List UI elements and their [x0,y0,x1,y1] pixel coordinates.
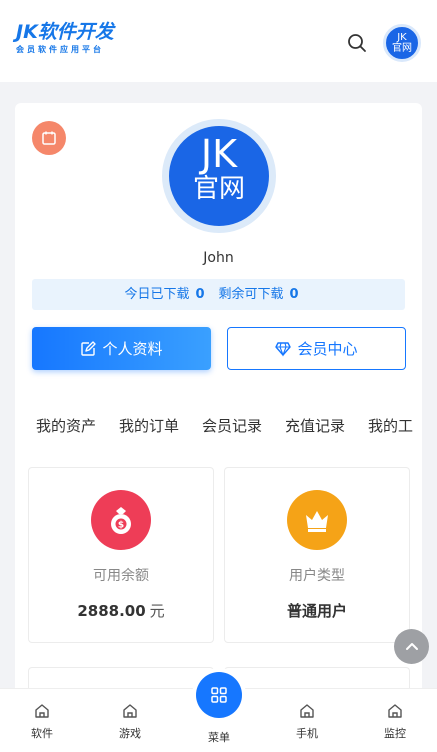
logo-subtitle: 会员软件应用平台 [16,45,104,54]
search-icon[interactable] [346,32,368,54]
balance-card[interactable]: $ 可用余额 2888.00 元 [28,467,214,643]
checkin-calendar-icon[interactable] [32,121,66,155]
balance-amount: 2888.00 [77,602,146,620]
profile-button[interactable]: 个人资料 [32,327,211,370]
username: John [203,250,234,266]
home-icon [123,704,137,718]
home-icon [388,704,402,718]
user-type-label: 用户类型 [289,568,345,584]
logo-title: JK软件开发 [16,21,114,43]
user-type-card[interactable]: 用户类型 普通用户 [224,467,410,643]
grid-icon [211,687,227,703]
tab-recharge-records[interactable]: 充值记录 [281,409,361,445]
home-icon [300,704,314,718]
avatar-small-text-2: 官网 [392,43,412,54]
user-type-value: 普通用户 [286,602,347,620]
avatar-text-2: 官网 [192,174,245,204]
money-bag-icon: $ [91,490,151,550]
tab-vip-records[interactable]: 会员记录 [198,409,278,445]
tabbar-label: 软件 [31,727,53,740]
tab-my-tools[interactable]: 我的工 [364,409,422,445]
site-logo[interactable]: JK软件开发 会员软件应用平台 [16,20,114,55]
scroll-top-button[interactable] [394,629,429,664]
asset-tabs: 我的资产 我的订单 会员记录 充值记录 我的工 [32,409,422,445]
header-avatar[interactable]: JK 官网 [383,24,421,62]
tabbar-menu-label: 菜单 [208,731,230,744]
svg-text:$: $ [118,521,124,531]
tabbar-item-games[interactable]: 游戏 [100,703,160,741]
remaining-value: 0 [289,287,299,302]
chevron-up-icon [405,642,418,650]
download-stats: 今日已下载 0 剩余可下载 0 [32,279,405,310]
home-icon [35,704,49,718]
balance-label: 可用余额 [93,568,149,584]
tab-orders[interactable]: 我的订单 [115,409,195,445]
tabbar-item-mobile[interactable]: 手机 [277,703,337,741]
tabbar-item-monitor[interactable]: 监控 [365,703,425,741]
profile-button-label: 个人资料 [102,340,163,358]
tabbar-label: 手机 [296,727,318,740]
today-downloaded-label: 今日已下载 [124,287,190,302]
tabbar-label: 监控 [384,727,406,740]
vip-center-button[interactable]: 会员中心 [227,327,406,370]
tab-assets[interactable]: 我的资产 [32,409,112,445]
vip-button-label: 会员中心 [297,340,358,358]
tabbar-menu-button[interactable] [196,672,242,718]
diamond-icon [275,341,292,357]
balance-unit: 元 [149,602,165,620]
edit-icon [81,340,97,356]
avatar-text-1: JK [200,132,238,176]
app-header: JK软件开发 会员软件应用平台 JK 官网 [0,0,437,82]
profile-card: JK 官网 John 今日已下载 0 剩余可下载 0 个人资料 会员中心 我的资产 我的… [15,103,422,743]
remaining-label: 剩余可下载 [218,287,284,302]
tabbar-item-software[interactable]: 软件 [12,703,72,741]
today-downloaded-value: 0 [195,287,205,302]
tabbar-label: 游戏 [119,727,141,740]
balance-value: 2888.00 元 [29,600,213,621]
avatar-small-text-1: JK [397,32,407,43]
crown-icon [287,490,347,550]
user-avatar[interactable]: JK 官网 [162,119,276,233]
